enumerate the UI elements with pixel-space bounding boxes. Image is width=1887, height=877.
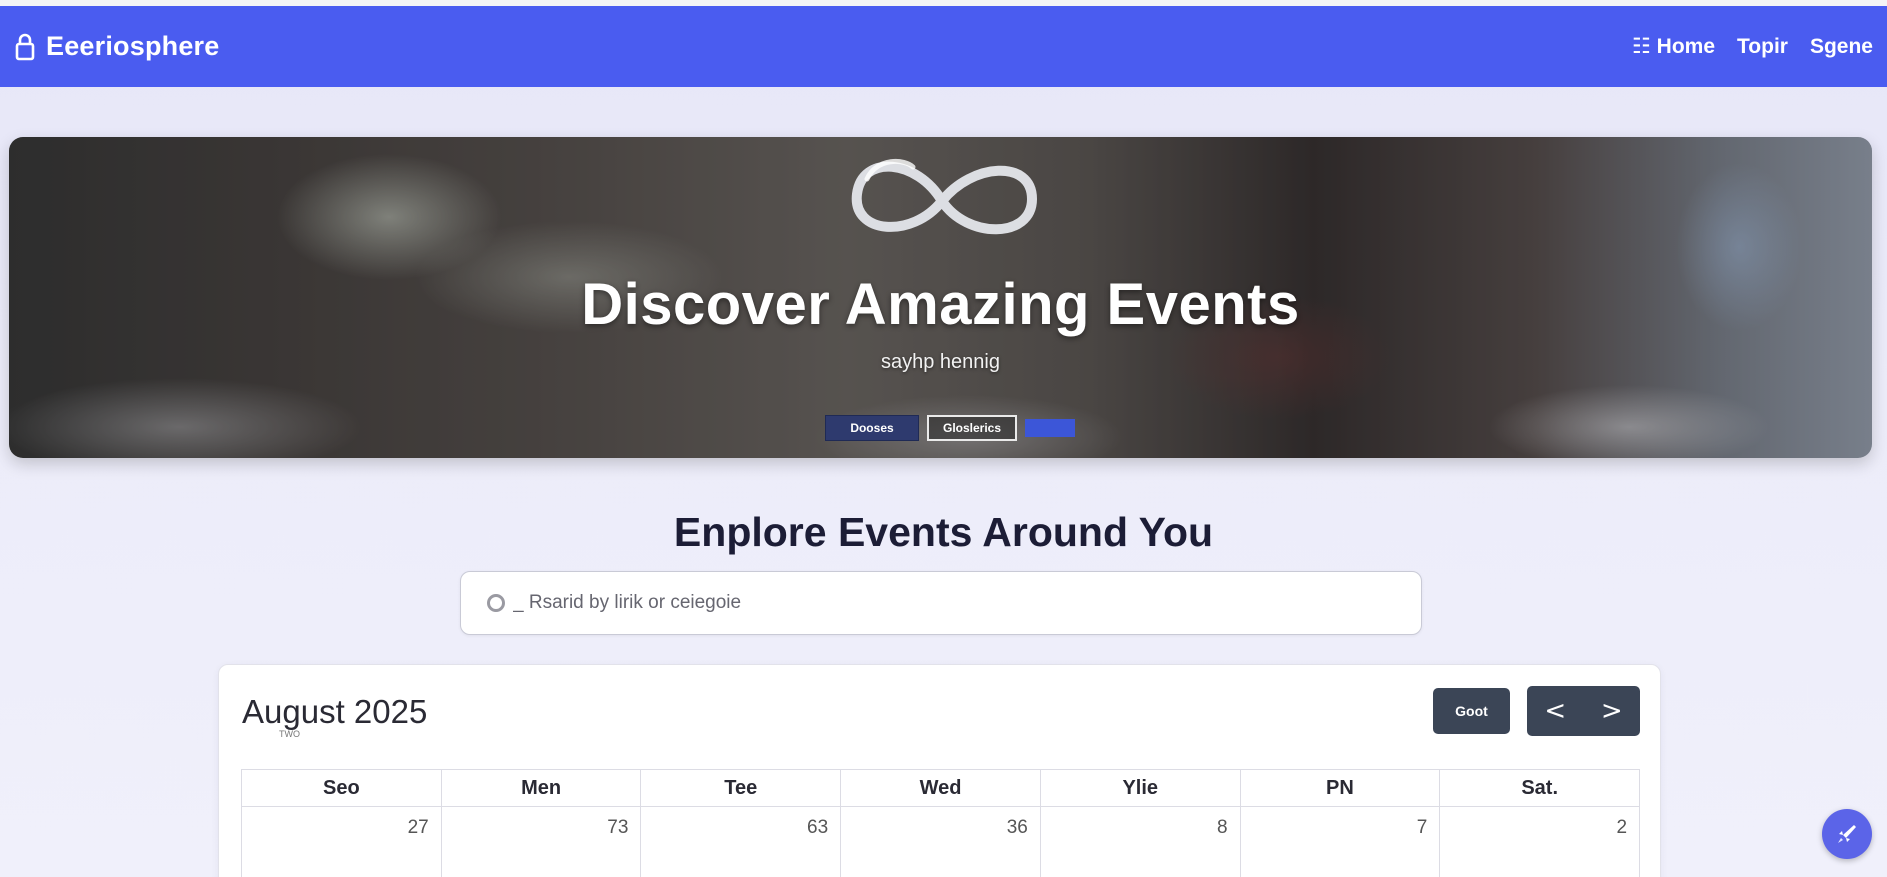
calendar-month-label: August 2025 (242, 693, 428, 730)
search-icon (487, 594, 505, 612)
brand-name: Eeeriosphere (46, 31, 220, 61)
hero-accent-button[interactable] (1025, 419, 1075, 437)
hero-buttons: Dooses Gloslerics (825, 415, 1075, 441)
grid-icon: ☷ (1632, 35, 1651, 58)
day-number: 2 (1616, 817, 1628, 838)
calendar-grid: Seo Men Tee Wed Ylie PN Sat. 27 73 63 36… (241, 769, 1641, 877)
day-number: 7 (1416, 817, 1428, 838)
day-number: 63 (807, 817, 829, 838)
search-box[interactable] (460, 571, 1422, 635)
calendar-day-cell[interactable]: 73 (442, 807, 642, 877)
calendar-day-cell[interactable]: 36 (841, 807, 1041, 877)
top-navbar: Eeeriosphere ☷ Home Topir Sgene (0, 6, 1887, 87)
day-number: 27 (407, 817, 429, 838)
calendar-prev-button[interactable]: < (1530, 696, 1580, 726)
weekday-header: Ylie (1040, 770, 1241, 807)
nav-link-home[interactable]: ☷ Home (1632, 34, 1715, 59)
calendar-card: August 2025 TWO Goot < > Seo Men Tee Wed… (218, 664, 1661, 877)
hero-primary-button[interactable]: Dooses (825, 415, 919, 441)
weekday-header: Men (441, 770, 642, 807)
nav-link-home-label: Home (1656, 35, 1716, 58)
day-number: 73 (607, 817, 629, 838)
calendar-day-cell[interactable]: 7 (1241, 807, 1441, 877)
weekday-header: Sat. (1440, 770, 1641, 807)
day-number: 36 (1006, 817, 1028, 838)
calendar-day-cell[interactable]: 2 (1440, 807, 1641, 877)
weekday-header: Seo (242, 770, 442, 807)
search-input[interactable] (513, 592, 1373, 614)
calendar-month-note: TWO (279, 729, 300, 739)
weekday-header: Tee (641, 770, 842, 807)
calendar-day-cell[interactable]: 8 (1041, 807, 1241, 877)
calendar-next-button[interactable]: > (1587, 696, 1637, 726)
nav-links: ☷ Home Topir Sgene (1632, 34, 1873, 59)
calendar-day-cell[interactable]: 27 (242, 807, 442, 877)
lock-icon (15, 33, 35, 60)
brand[interactable]: Eeeriosphere (14, 31, 219, 62)
hero-banner: Discover Amazing Events sayhp hennig Doo… (9, 137, 1872, 458)
infinity-logo-icon (851, 158, 1038, 235)
calendar-header-row: Seo Men Tee Wed Ylie PN Sat. (242, 770, 1641, 807)
hero-subtitle: sayhp hennig (881, 351, 1000, 373)
calendar-today-button[interactable]: Goot (1433, 688, 1510, 734)
day-number: 8 (1217, 817, 1228, 838)
weekday-header: Wed (841, 770, 1041, 807)
rocket-icon (1838, 825, 1856, 843)
floating-action-button[interactable] (1822, 809, 1872, 859)
weekday-header: PN (1240, 770, 1441, 807)
calendar-week-row: 27 73 63 36 8 7 2 (242, 807, 1641, 877)
calendar-nav: < > (1527, 686, 1640, 736)
nav-link-sgene[interactable]: Sgene (1810, 35, 1873, 59)
calendar-day-cell[interactable]: 63 (641, 807, 842, 877)
hero-title: Discover Amazing Events (581, 272, 1300, 337)
explore-title: Enplore Events Around You (673, 509, 1214, 555)
hero-secondary-button[interactable]: Gloslerics (927, 415, 1017, 441)
nav-link-topir[interactable]: Topir (1737, 35, 1788, 59)
